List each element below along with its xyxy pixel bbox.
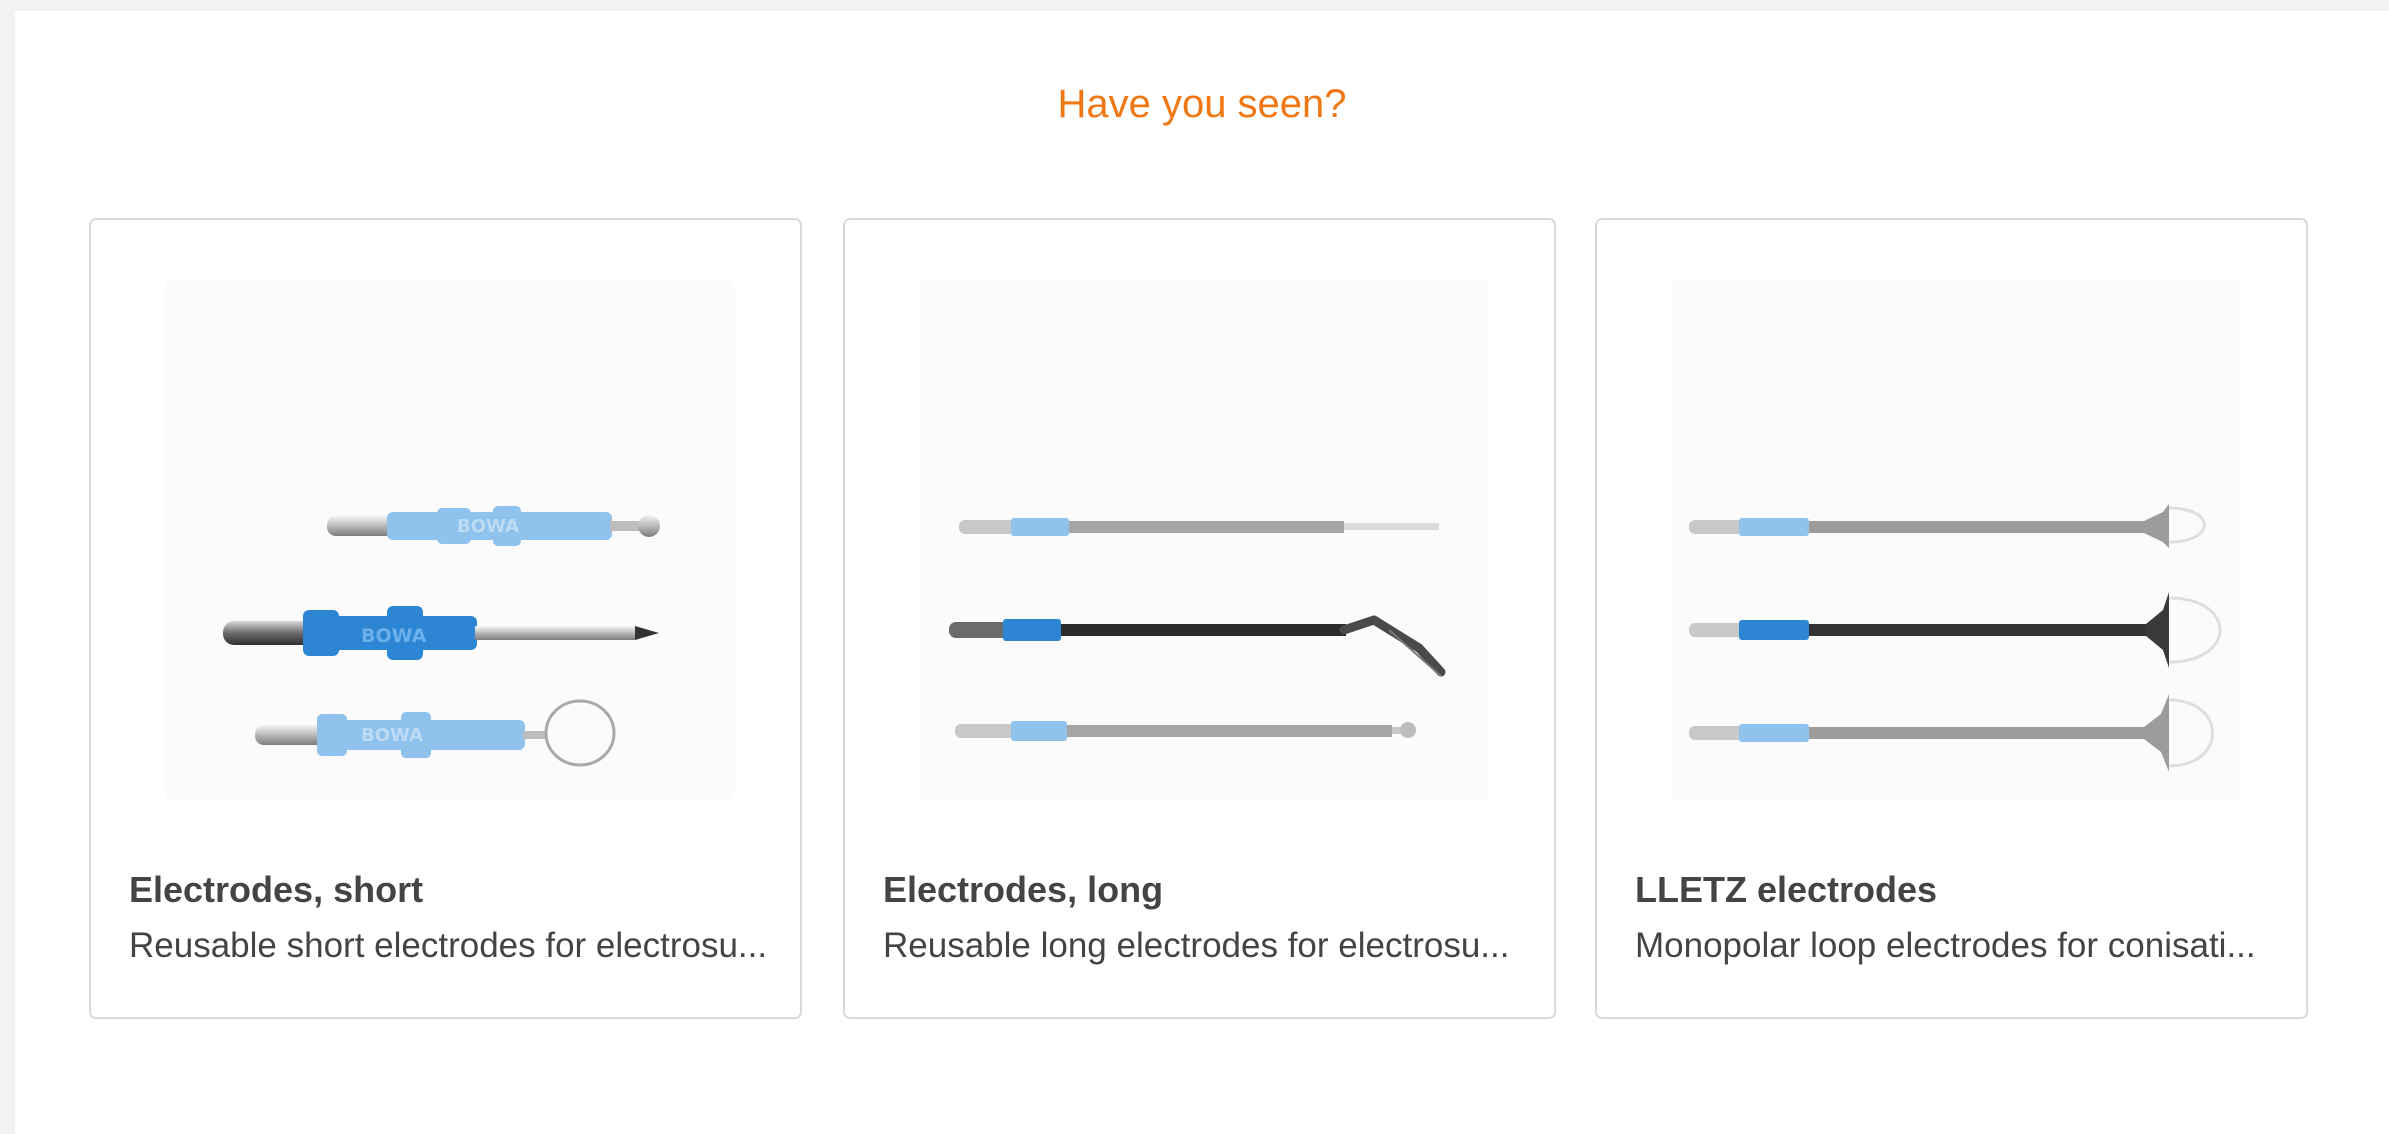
brand-mark: BOWA [361,625,427,647]
brand-mark: BOWA [361,725,423,746]
product-card-lletz-electrodes[interactable]: LLETZ electrodes Monopolar loop electrod… [1595,218,2308,1019]
card-description: Reusable long electrodes for electrosu..… [883,926,1510,965]
card-title: Electrodes, long [883,869,1164,910]
have-you-seen-section: Have you seen? BOWA BOWA BOWA Electrodes… [15,11,2389,1134]
short-electrodes-image: BOWA BOWA BOWA [165,280,735,800]
card-title: LLETZ electrodes [1635,869,1938,910]
product-card-short-electrodes[interactable]: BOWA BOWA BOWA Electrodes, short Reusabl… [89,218,802,1019]
card-description: Monopolar loop electrodes for conisati..… [1635,926,2256,965]
section-title: Have you seen? [1057,82,1347,126]
brand-mark: BOWA [457,516,519,537]
product-card-long-electrodes[interactable]: Electrodes, long Reusable long electrode… [843,218,1556,1019]
card-title: Electrodes, short [129,869,424,910]
card-description: Reusable short electrodes for electrosu.… [129,926,768,965]
long-electrodes-image [919,280,1489,800]
lletz-electrodes-image [1671,280,2241,800]
